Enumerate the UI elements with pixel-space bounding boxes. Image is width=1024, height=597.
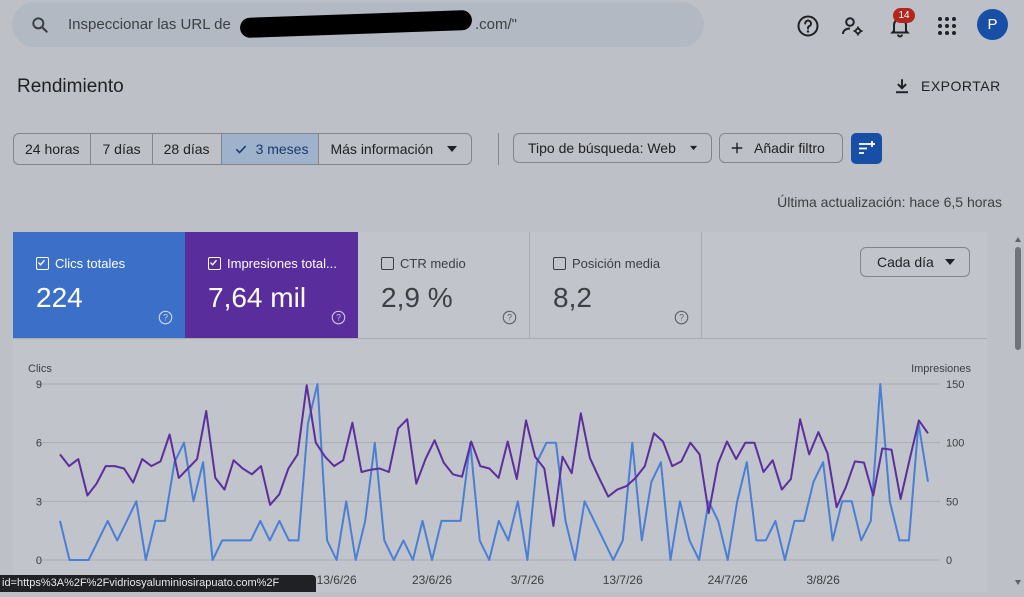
y-left-tick-label: 0: [36, 555, 42, 567]
page-scrollbar[interactable]: [1012, 230, 1024, 592]
x-tick-label: 23/6/26: [412, 573, 452, 587]
performance-chart: Clics Impresiones 9 150 6 100 3 50 0 0 13/6/26 2…: [28, 363, 971, 587]
status-bar-url: id=https%3A%2F%2Fvidriosyaluminiosirapua…: [0, 575, 316, 592]
series-line-impresiones: [59, 384, 929, 527]
y-axis-left-label: Clics: [28, 363, 52, 375]
y-right-tick-label: 150: [946, 379, 964, 391]
y-right-tick-label: 50: [946, 496, 958, 508]
chart-series: [59, 383, 929, 561]
y-axis-right-label: Impresiones: [911, 363, 971, 375]
x-axis-ticks: 13/6/26 23/6/26 3/7/26 13/7/26 24/7/26 3/8/26: [317, 573, 840, 587]
x-tick-label: 3/7/26: [511, 573, 545, 587]
x-tick-label: 13/6/26: [317, 573, 357, 587]
x-tick-label: 13/7/26: [603, 573, 643, 587]
y-right-tick-label: 100: [946, 438, 964, 450]
scrollbar-thumb: [1015, 247, 1021, 350]
x-tick-label: 24/7/26: [708, 573, 748, 587]
x-tick-label: 3/8/26: [806, 573, 840, 587]
y-right-tick-label: 0: [946, 555, 952, 567]
y-left-tick-label: 3: [36, 496, 42, 508]
y-left-tick-label: 6: [36, 438, 42, 450]
y-left-tick-label: 9: [36, 379, 42, 391]
